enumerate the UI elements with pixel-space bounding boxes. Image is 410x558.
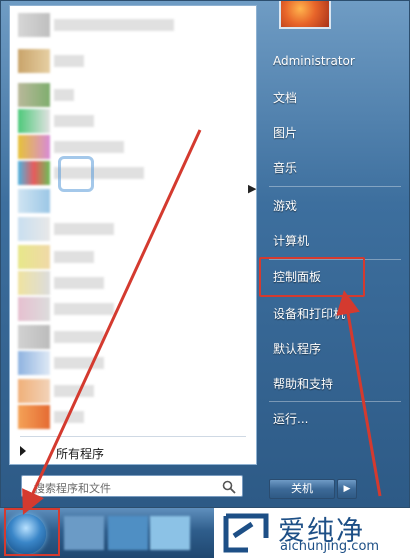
watermark-logo-icon [58, 156, 94, 192]
program-list-item[interactable] [14, 214, 250, 244]
program-list-item[interactable] [14, 46, 250, 76]
search-placeholder: 搜索程序和文件 [34, 482, 111, 495]
control-panel-highlight [259, 257, 365, 297]
submenu-arrow-icon: ▶ [248, 182, 257, 195]
program-list [10, 6, 256, 432]
program-list-pane: ▶ 所有程序 [9, 5, 257, 465]
watermark-brand-icon [223, 513, 269, 553]
program-list-item[interactable] [14, 348, 250, 378]
all-programs-button[interactable]: 所有程序 [20, 443, 250, 463]
right-item-default-programs[interactable]: 默认程序 [273, 340, 321, 357]
right-item-games[interactable]: 游戏 [273, 197, 297, 214]
program-list-item[interactable] [14, 10, 250, 40]
shutdown-button[interactable]: 关机 [269, 479, 335, 499]
right-item-pictures[interactable]: 图片 [273, 124, 297, 141]
program-list-item[interactable] [14, 158, 250, 188]
right-item-run[interactable]: 运行... [273, 410, 308, 427]
right-separator [269, 401, 401, 402]
right-item-help-support[interactable]: 帮助和支持 [273, 375, 333, 392]
user-avatar[interactable] [279, 1, 331, 29]
right-separator [269, 186, 401, 187]
all-programs-label: 所有程序 [56, 447, 105, 461]
program-list-item[interactable] [14, 294, 250, 324]
right-item-administrator[interactable]: Administrator [273, 54, 355, 68]
program-list-item[interactable] [14, 402, 250, 432]
program-list-item[interactable] [14, 186, 250, 216]
search-icon[interactable] [222, 479, 236, 494]
taskbar-app[interactable] [108, 516, 148, 550]
shutdown-options-button[interactable]: ▶ [337, 479, 357, 499]
taskbar-app[interactable] [64, 516, 104, 550]
divider [20, 436, 246, 437]
start-menu: ▶ 所有程序 搜索程序和文件 Administrator 文档 图片 音乐 游戏… [0, 0, 410, 508]
start-button-highlight [4, 508, 60, 556]
right-item-computer[interactable]: 计算机 [273, 232, 309, 249]
search-input[interactable]: 搜索程序和文件 [21, 475, 243, 497]
right-item-documents[interactable]: 文档 [273, 89, 297, 106]
right-item-devices-printers[interactable]: 设备和打印机 [273, 305, 345, 322]
right-item-music[interactable]: 音乐 [273, 159, 297, 176]
watermark-url-text: aichunjing.com [280, 539, 380, 554]
triangle-right-icon [20, 446, 26, 456]
taskbar-app[interactable] [150, 516, 190, 550]
